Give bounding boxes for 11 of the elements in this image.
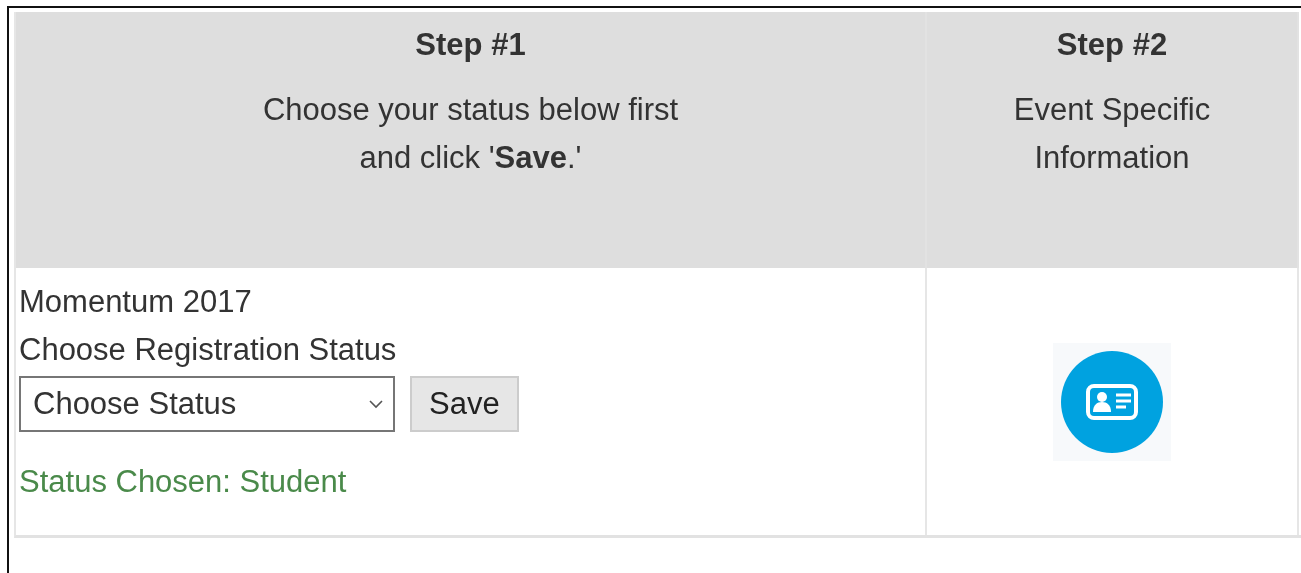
step-description: Event Specific Information (1013, 91, 1211, 177)
event-name: Momentum 2017 (19, 283, 252, 321)
id-card-icon[interactable] (1061, 350, 1163, 453)
step-description: Choose your status below first and click 'Save.' (262, 91, 679, 177)
status-dropdown[interactable]: Choose Status (19, 376, 395, 432)
chevron-down-icon (369, 399, 383, 409)
save-button[interactable]: Save (410, 376, 519, 432)
step-title: Step #2 (1056, 26, 1168, 64)
step-title: Step #1 (415, 26, 526, 64)
status-message: Status Chosen: Student (19, 463, 347, 501)
field-label: Choose Registration Status (19, 331, 397, 369)
